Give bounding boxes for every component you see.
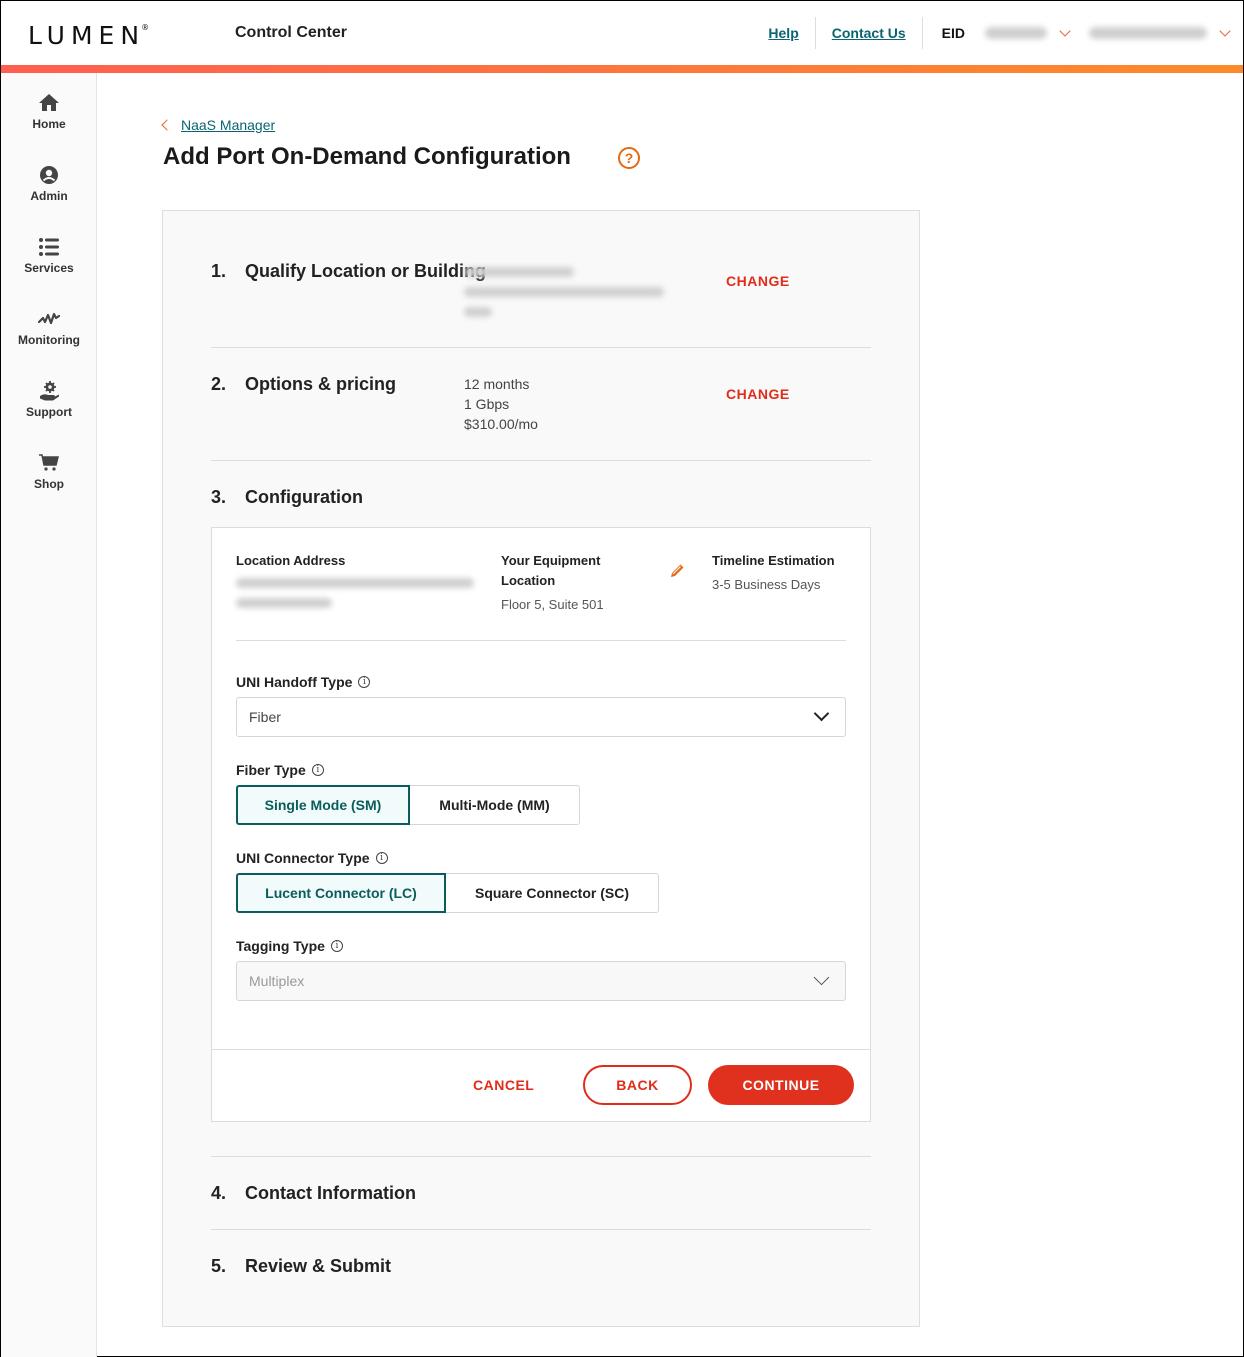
step-title: Review & Submit [245, 1256, 392, 1276]
lumen-logo[interactable]: LUMEN® [28, 21, 153, 50]
uni-connector-type-toggle: Lucent Connector (LC) Square Connector (… [236, 873, 659, 913]
step-number: 5. [211, 1256, 227, 1276]
cancel-button[interactable]: CANCEL [473, 1077, 534, 1093]
field-label-text: UNI Connector Type [236, 850, 370, 866]
breadcrumb-naas-manager-link[interactable]: NaaS Manager [181, 117, 275, 133]
step-1-change-button[interactable]: CHANGE [726, 273, 790, 289]
sidebar-item-label: Support [26, 405, 72, 419]
select-value: Fiber [249, 709, 281, 725]
step-title: Options & pricing [245, 374, 396, 394]
sidebar-nav: Home Admin Services Monitoring Support S… [1, 73, 97, 1357]
field-label-text: Fiber Type [236, 762, 306, 778]
accent-bar [1, 65, 1243, 73]
field-label-text: UNI Handoff Type [236, 674, 353, 690]
uni-handoff-type-label: UNI Handoff Type i [236, 674, 371, 690]
equipment-location-label: Your Equipment Location [501, 553, 601, 588]
equipment-location-value: Floor 5, Suite 501 [501, 597, 604, 612]
sidebar-item-label: Home [32, 117, 66, 131]
list-icon [39, 238, 59, 256]
pulse-icon [37, 312, 61, 325]
fiber-type-single-mode-option[interactable]: Single Mode (SM) [236, 785, 410, 825]
tagging-type-label: Tagging Type i [236, 938, 343, 954]
sidebar-item-support[interactable]: Support [1, 379, 97, 419]
divider [212, 1049, 870, 1050]
info-icon[interactable]: i [375, 852, 388, 864]
divider [211, 1156, 871, 1157]
step-2-summary: 12 months 1 Gbps $310.00/mo [464, 374, 538, 434]
fiber-type-multi-mode-option[interactable]: Multi-Mode (MM) [410, 785, 580, 825]
sidebar-item-label: Admin [30, 189, 68, 203]
divider [211, 460, 871, 461]
step-number: 3. [211, 487, 227, 507]
field-label-text: Tagging Type [236, 938, 325, 954]
app-title: Control Center [235, 24, 347, 41]
chevron-left-icon [161, 119, 173, 131]
location-address-label: Location Address [236, 553, 346, 568]
page-title: Add Port On-Demand Configuration [163, 143, 571, 170]
top-header: LUMEN® Control Center Help Contact Us EI… [1, 1, 1243, 65]
help-link[interactable]: Help [752, 25, 814, 41]
eid-dropdown-chevron-icon[interactable] [1059, 25, 1071, 37]
breadcrumb: NaaS Manager [161, 117, 275, 133]
header-actions: Help Contact Us EID [752, 1, 1243, 65]
wizard-panel: 1. Qualify Location or Building CHANGE 2… [162, 210, 920, 1327]
uni-connector-type-label: UNI Connector Type i [236, 850, 388, 866]
sidebar-item-monitoring[interactable]: Monitoring [1, 307, 97, 347]
chevron-down-icon [813, 705, 830, 722]
sidebar-item-admin[interactable]: Admin [1, 163, 97, 203]
info-icon[interactable]: i [358, 676, 371, 688]
user-dropdown-chevron-icon[interactable] [1219, 25, 1231, 37]
fiber-type-label: Fiber Type i [236, 762, 324, 778]
sidebar-item-label: Shop [34, 477, 64, 491]
divider [211, 347, 871, 348]
bandwidth-value: 1 Gbps [464, 396, 510, 412]
home-icon [39, 94, 59, 111]
timeline-estimation-label: Timeline Estimation [712, 553, 835, 568]
step-1-address-redacted [464, 263, 664, 317]
connector-lucent-option[interactable]: Lucent Connector (LC) [236, 873, 446, 913]
configuration-card: Location Address Your Equipment Location… [211, 527, 871, 1122]
continue-button[interactable]: CONTINUE [708, 1065, 854, 1105]
step-number: 4. [211, 1183, 227, 1203]
term-value: 12 months [464, 376, 530, 392]
user-icon [40, 166, 58, 184]
step-number: 2. [211, 374, 227, 394]
eid-value-redacted [985, 27, 1047, 39]
user-name-redacted [1089, 27, 1207, 39]
price-value: $310.00/mo [464, 416, 538, 432]
tagging-type-select[interactable]: Multiplex [236, 961, 846, 1001]
back-button[interactable]: BACK [583, 1065, 692, 1105]
cart-icon [39, 454, 59, 471]
sidebar-item-shop[interactable]: Shop [1, 451, 97, 491]
support-icon [40, 381, 59, 401]
chevron-down-icon [813, 969, 830, 986]
step-title: Qualify Location or Building [245, 261, 486, 281]
sidebar-item-label: Monitoring [18, 333, 80, 347]
step-title: Contact Information [245, 1183, 416, 1203]
sidebar-item-services[interactable]: Services [1, 235, 97, 275]
sidebar-item-home[interactable]: Home [1, 91, 97, 131]
uni-handoff-type-select[interactable]: Fiber [236, 697, 846, 737]
contact-us-link[interactable]: Contact Us [816, 25, 922, 41]
edit-pencil-icon[interactable] [668, 562, 686, 580]
fiber-type-toggle: Single Mode (SM) Multi-Mode (MM) [236, 785, 580, 825]
select-value: Multiplex [249, 973, 305, 989]
location-address-redacted [236, 578, 474, 608]
step-number: 1. [211, 261, 227, 281]
connector-square-option[interactable]: Square Connector (SC) [446, 873, 659, 913]
step-2-change-button[interactable]: CHANGE [726, 386, 790, 402]
divider [236, 640, 846, 641]
step-title: Configuration [245, 487, 363, 507]
info-icon[interactable]: i [311, 764, 324, 776]
sidebar-item-label: Services [24, 261, 74, 275]
eid-label: EID [941, 25, 965, 41]
timeline-estimation-value: 3-5 Business Days [712, 577, 821, 592]
divider [211, 1229, 871, 1230]
help-question-icon[interactable]: ? [618, 147, 640, 169]
info-icon[interactable]: i [330, 940, 343, 952]
